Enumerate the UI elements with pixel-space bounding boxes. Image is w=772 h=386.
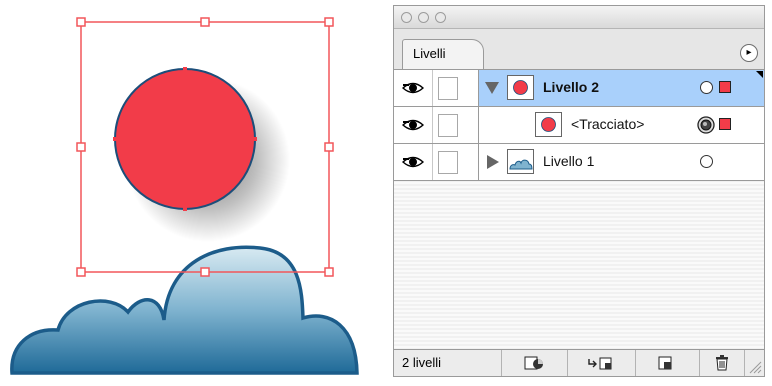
layer-content[interactable]: Livello 1 [479,144,764,180]
minimize-window-button[interactable] [418,12,429,23]
artwork-svg [10,17,359,375]
layers-panel: Livelli ▸ Livello 2 <Tracciato> Livello … [393,5,765,377]
eye-icon [402,82,424,94]
make-clipping-mask-button[interactable] [502,350,568,376]
lock-box [438,151,458,174]
layers-list: Livello 2 <Tracciato> Livello 1 [394,70,764,350]
new-layer-icon [658,356,672,370]
layer-name: Livello 1 [543,153,595,169]
tab-layers[interactable]: Livelli [402,39,484,69]
target-indicator-icon[interactable] [700,155,713,168]
lock-box [438,77,458,100]
delete-layer-button[interactable] [700,350,745,376]
layer-thumbnail [535,112,562,137]
layer-name: <Tracciato> [571,116,645,132]
eye-icon [402,156,424,168]
new-sublayer-icon [588,357,612,370]
panel-menu-arrow-icon: ▸ [746,47,752,58]
resize-grip-icon[interactable] [748,360,762,374]
handle-top-center[interactable] [200,17,210,27]
close-window-button[interactable] [401,12,412,23]
handle-bottom-center[interactable] [200,267,210,277]
anchor-point [113,137,117,141]
new-layer-button[interactable] [636,350,700,376]
lock-toggle[interactable] [432,70,479,106]
anchor-point [183,67,187,71]
red-circle[interactable] [114,68,256,210]
zoom-window-button[interactable] [435,12,446,23]
visibility-toggle[interactable] [394,144,433,180]
panel-menu-button[interactable]: ▸ [740,44,758,62]
disclosure-triangle-collapsed-icon[interactable] [487,155,499,169]
layer-row-livello-1[interactable]: Livello 1 [394,144,764,181]
panel-titlebar[interactable] [394,6,764,29]
handle-middle-right[interactable] [324,142,334,152]
layer-name: Livello 2 [543,79,600,95]
cloud-thumbnail-icon [509,159,533,170]
anchor-point [183,207,187,211]
layer-row-tracciato[interactable]: <Tracciato> [394,107,764,144]
layer-content[interactable]: Livello 2 [479,70,764,106]
layer-thumbnail [507,75,534,100]
new-sublayer-button[interactable] [568,350,636,376]
visibility-toggle[interactable] [394,107,433,143]
lock-toggle[interactable] [432,107,479,143]
anchor-point [253,137,257,141]
tab-layers-label: Livelli [413,46,446,61]
red-circle-thumbnail-icon [541,117,556,132]
target-appearance-icon[interactable] [697,116,715,134]
red-circle-thumbnail-icon [513,80,528,95]
layer-count-cell: 2 livelli [394,350,502,376]
target-indicator-icon[interactable] [700,81,713,94]
disclosure-triangle-expanded-icon[interactable] [485,82,499,94]
lock-box [438,114,458,137]
layer-row-livello-2[interactable]: Livello 2 [394,70,764,107]
cloud-shape[interactable] [10,245,359,375]
artboard[interactable] [0,0,380,381]
layer-thumbnail [507,149,534,174]
eye-icon [402,119,424,131]
make-clipping-mask-icon [524,356,543,370]
panel-status-bar: 2 livelli [394,349,764,376]
handle-bottom-right[interactable] [324,267,334,277]
handle-top-right[interactable] [324,17,334,27]
handle-top-left[interactable] [76,17,86,27]
panel-tab-row: Livelli ▸ [394,29,764,70]
selection-color-square[interactable] [719,118,731,130]
trash-icon [716,355,728,371]
layer-count: 2 livelli [402,355,442,370]
current-layer-corner-icon [756,71,763,78]
handle-bottom-left[interactable] [76,267,86,277]
visibility-toggle[interactable] [394,70,433,106]
selection-color-square[interactable] [719,81,731,93]
layer-content[interactable]: <Tracciato> [479,107,764,143]
lock-toggle[interactable] [432,144,479,180]
handle-middle-left[interactable] [76,142,86,152]
